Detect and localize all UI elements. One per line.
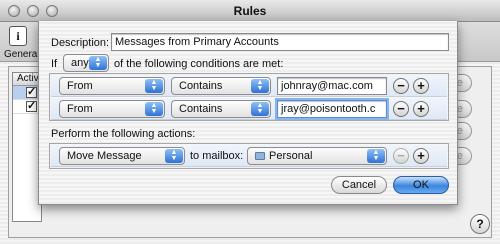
match-suffix-label: of the following conditions are met: — [114, 58, 284, 70]
folder-icon — [255, 152, 265, 160]
condition-field-value: From — [67, 80, 93, 92]
checkbox-icon[interactable]: ✓ — [26, 101, 37, 112]
match-any-popup[interactable]: any ▲ ▼ — [63, 54, 109, 72]
actions-box: Move Message ▲ ▼ to mailbox: Personal ▲ ▼ … — [49, 143, 449, 169]
description-field[interactable]: Messages from Primary Accounts — [111, 33, 449, 51]
add-condition-button[interactable]: + — [413, 101, 429, 117]
add-condition-button[interactable]: + — [413, 78, 429, 94]
action-type-value: Move Message — [67, 150, 142, 162]
match-any-value: any — [71, 57, 89, 69]
condition-row: From ▲ ▼ Contains ▲ ▼ jray@poisontooth.c −… — [51, 98, 447, 120]
if-label: If — [51, 58, 58, 70]
chevron-updown-icon: ▲ ▼ — [145, 102, 163, 116]
condition-value-field[interactable]: jray@poisontooth.c — [277, 100, 387, 118]
chevron-updown-icon: ▲ ▼ — [89, 56, 107, 70]
ok-button[interactable]: OK — [393, 176, 449, 194]
help-button[interactable]: ? — [470, 214, 490, 234]
condition-operator-value: Contains — [179, 80, 223, 92]
window-title: Rules — [233, 4, 267, 18]
condition-operator-popup[interactable]: Contains ▲ ▼ — [171, 100, 271, 118]
actions-label: Perform the following actions: — [51, 128, 196, 140]
condition-operator-value: Contains — [179, 103, 223, 115]
remove-condition-button[interactable]: − — [393, 101, 409, 117]
condition-row: From ▲ ▼ Contains ▲ ▼ johnray@mac.com − + — [51, 75, 447, 97]
toolbar-general-label: General — [4, 49, 40, 60]
chevron-updown-icon: ▲ ▼ — [251, 79, 269, 93]
conditions-box: From ▲ ▼ Contains ▲ ▼ johnray@mac.com − + … — [49, 73, 449, 121]
to-mailbox-label: to mailbox: — [190, 150, 244, 162]
remove-action-button[interactable]: − — [393, 148, 409, 164]
chevron-updown-icon: ▲ ▼ — [165, 149, 183, 163]
condition-field-value: From — [67, 103, 93, 115]
list-header-active[interactable]: Active — [13, 73, 44, 86]
info-icon: i — [9, 26, 27, 46]
chevron-updown-icon: ▲ ▼ — [367, 149, 385, 163]
mailbox-popup[interactable]: Personal ▲ ▼ — [247, 147, 387, 165]
condition-field-popup[interactable]: From ▲ ▼ — [59, 77, 165, 95]
checkbox-icon[interactable]: ✓ — [26, 87, 37, 98]
remove-condition-button[interactable]: − — [393, 78, 409, 94]
title-bar: Rules — [0, 0, 500, 22]
action-type-popup[interactable]: Move Message ▲ ▼ — [59, 147, 185, 165]
chevron-updown-icon: ▲ ▼ — [251, 102, 269, 116]
description-label: Description: — [51, 37, 110, 49]
list-item[interactable]: ✓ — [13, 86, 41, 100]
condition-operator-popup[interactable]: Contains ▲ ▼ — [171, 77, 271, 95]
condition-value-field[interactable]: johnray@mac.com — [277, 77, 387, 95]
chevron-updown-icon: ▲ ▼ — [145, 79, 163, 93]
cancel-button[interactable]: Cancel — [331, 176, 387, 194]
mailbox-value: Personal — [269, 150, 313, 162]
condition-field-popup[interactable]: From ▲ ▼ — [59, 100, 165, 118]
add-action-button[interactable]: + — [413, 148, 429, 164]
action-row: Move Message ▲ ▼ to mailbox: Personal ▲ ▼ … — [51, 145, 447, 167]
rule-editor-sheet: Description: Messages from Primary Accou… — [38, 21, 458, 205]
list-item[interactable]: ✓ — [13, 100, 41, 114]
